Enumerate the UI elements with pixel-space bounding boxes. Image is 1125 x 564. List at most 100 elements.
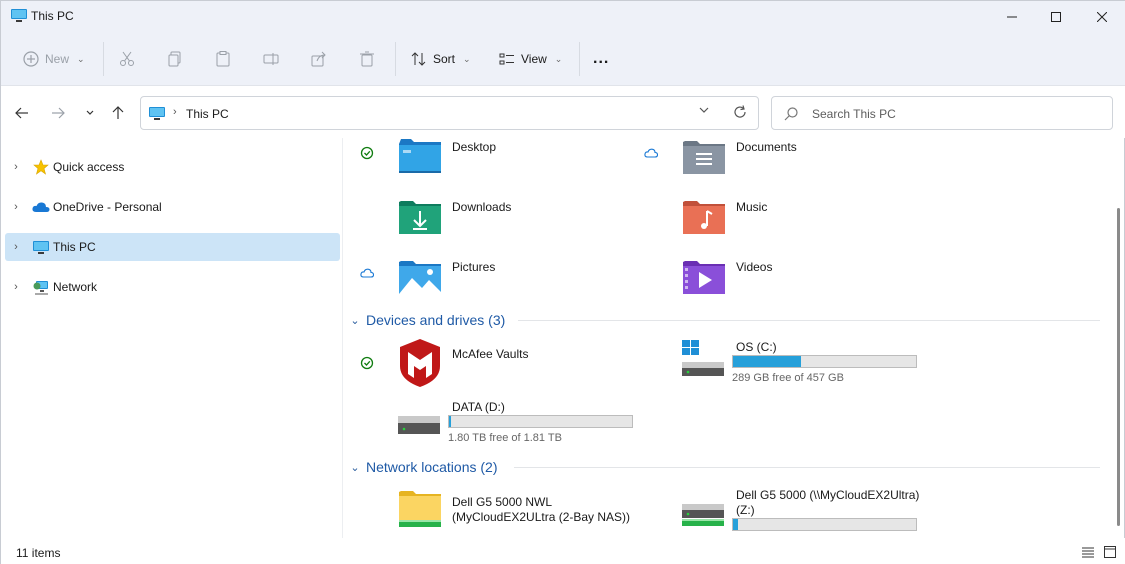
scissors-icon	[120, 51, 134, 66]
sidebar-item-quick-access[interactable]: › Quick access	[5, 153, 340, 181]
section-devices-and-drives[interactable]: ⌄ Devices and drives (3)	[344, 309, 1104, 331]
folder-name: Pictures	[452, 260, 496, 274]
navigation-row: › This PC Search This PC	[1, 86, 1125, 138]
drive-usage-bar	[448, 415, 633, 428]
network-drive-z[interactable]: Dell G5 5000 (\\MyCloudEX2Ultra) (Z:)	[644, 488, 944, 536]
drive-free-space: 289 GB free of 457 GB	[732, 372, 844, 384]
refresh-button[interactable]	[733, 105, 747, 122]
drive-usage-fill	[733, 519, 739, 530]
section-divider	[518, 320, 1100, 321]
folder-desktop[interactable]: Desktop	[360, 138, 620, 188]
paste-button[interactable]	[215, 46, 231, 72]
address-dropdown-button[interactable]	[699, 105, 709, 118]
folder-name: Videos	[736, 260, 773, 274]
documents-folder-icon	[683, 141, 725, 174]
chevron-down-icon	[86, 110, 94, 115]
back-button[interactable]	[11, 102, 33, 124]
chevron-down-icon	[699, 107, 709, 113]
navigation-pane: › Quick access › OneDrive - Personal › T…	[1, 138, 343, 538]
maximize-button[interactable]	[1033, 1, 1079, 32]
sidebar-item-label: OneDrive - Personal	[53, 200, 162, 214]
toolbar-divider	[579, 42, 580, 76]
sidebar-item-onedrive[interactable]: › OneDrive - Personal	[5, 193, 340, 221]
arrow-up-icon	[112, 106, 124, 119]
more-icon: ...	[593, 50, 610, 67]
copy-button[interactable]	[167, 46, 183, 72]
breadcrumb-chevron-icon[interactable]: ›	[173, 106, 177, 118]
chevron-right-icon[interactable]: ›	[5, 241, 27, 253]
content-pane: Desktop Documents Downloads Music Pictur…	[344, 138, 1114, 538]
chevron-right-icon[interactable]: ›	[5, 201, 27, 213]
section-divider	[514, 467, 1100, 468]
chevron-down-icon[interactable]: ⌄	[344, 461, 366, 474]
drive-data-d[interactable]: DATA (D:) 1.80 TB free of 1.81 TB	[360, 398, 660, 450]
minimize-icon	[1007, 16, 1017, 17]
monitor-icon	[11, 9, 27, 22]
network-location-nas[interactable]: Dell G5 5000 NWL (MyCloudEX2ULtra (2-Bay…	[360, 488, 630, 536]
synced-check-icon	[360, 356, 374, 370]
vertical-scrollbar[interactable]	[1114, 138, 1124, 538]
chevron-down-icon[interactable]: ⌄	[344, 314, 366, 327]
music-folder-icon	[683, 201, 725, 234]
sidebar-item-label: This PC	[53, 240, 96, 254]
recent-locations-button[interactable]	[79, 102, 101, 124]
search-input[interactable]: Search This PC	[812, 107, 896, 121]
cloud-status-icon	[644, 148, 658, 158]
cut-button[interactable]	[119, 46, 135, 72]
close-button[interactable]	[1079, 1, 1125, 32]
downloads-folder-icon	[399, 201, 441, 234]
drive-os-c[interactable]: OS (C:) 289 GB free of 457 GB	[644, 338, 944, 390]
drive-usage-fill	[733, 356, 801, 367]
details-view-icon[interactable]	[1081, 545, 1095, 559]
network-name-line1: Dell G5 5000 (\\MyCloudEX2Ultra)	[736, 488, 920, 502]
close-icon	[1097, 11, 1107, 22]
status-bar: 11 items	[1, 538, 1125, 564]
new-button[interactable]: New ⌄	[23, 46, 85, 72]
chevron-right-icon[interactable]: ›	[5, 281, 27, 293]
breadcrumb-this-pc[interactable]: This PC	[186, 107, 229, 121]
new-label: New	[45, 52, 70, 66]
section-network-locations[interactable]: ⌄ Network locations (2)	[344, 456, 1104, 478]
sidebar-item-this-pc[interactable]: › This PC	[5, 233, 340, 261]
cloud-status-icon	[360, 268, 374, 278]
sidebar-item-label: Network	[53, 280, 98, 294]
share-button[interactable]	[311, 46, 327, 72]
more-options-button[interactable]: ...	[593, 46, 609, 72]
chevron-right-icon[interactable]: ›	[5, 161, 27, 173]
sort-label: Sort	[433, 52, 456, 66]
rename-button[interactable]	[263, 46, 279, 72]
hard-drive-icon	[398, 416, 440, 434]
address-bar[interactable]: › This PC	[140, 96, 759, 130]
trash-icon	[360, 51, 374, 67]
network-folder-icon	[399, 491, 441, 527]
large-icons-view-icon[interactable]	[1103, 545, 1117, 559]
folder-downloads[interactable]: Downloads	[360, 198, 620, 248]
up-button[interactable]	[107, 102, 129, 124]
view-button[interactable]: View ⌄	[499, 46, 562, 72]
search-box[interactable]: Search This PC	[771, 96, 1113, 130]
chevron-down-icon: ⌄	[463, 53, 471, 64]
arrow-left-icon	[15, 107, 28, 119]
monitor-icon	[31, 239, 51, 255]
network-icon	[31, 279, 51, 295]
folder-music[interactable]: Music	[644, 198, 904, 248]
folder-pictures[interactable]: Pictures	[360, 258, 620, 308]
title-bar: This PC	[1, 1, 1125, 32]
delete-button[interactable]	[359, 46, 375, 72]
folder-name: Music	[736, 200, 768, 214]
device-name: McAfee Vaults	[452, 347, 529, 361]
view-list-icon	[499, 53, 514, 65]
folder-name: Desktop	[452, 140, 497, 154]
command-bar: New ⌄ Sort ⌄ View ⌄ ...	[1, 32, 1125, 86]
folder-videos[interactable]: Videos	[644, 258, 904, 308]
minimize-button[interactable]	[989, 1, 1035, 32]
forward-button[interactable]	[47, 102, 69, 124]
network-name-line1: Dell G5 5000 NWL	[452, 495, 553, 509]
folder-documents[interactable]: Documents	[644, 138, 904, 188]
sort-button[interactable]: Sort ⌄	[411, 46, 471, 72]
sidebar-item-label: Quick access	[53, 160, 125, 174]
device-mcafee-vaults[interactable]: McAfee Vaults	[360, 338, 620, 390]
sidebar-item-network[interactable]: › Network	[5, 273, 340, 301]
folder-name: Documents	[736, 140, 797, 154]
scrollbar-thumb[interactable]	[1117, 208, 1120, 526]
